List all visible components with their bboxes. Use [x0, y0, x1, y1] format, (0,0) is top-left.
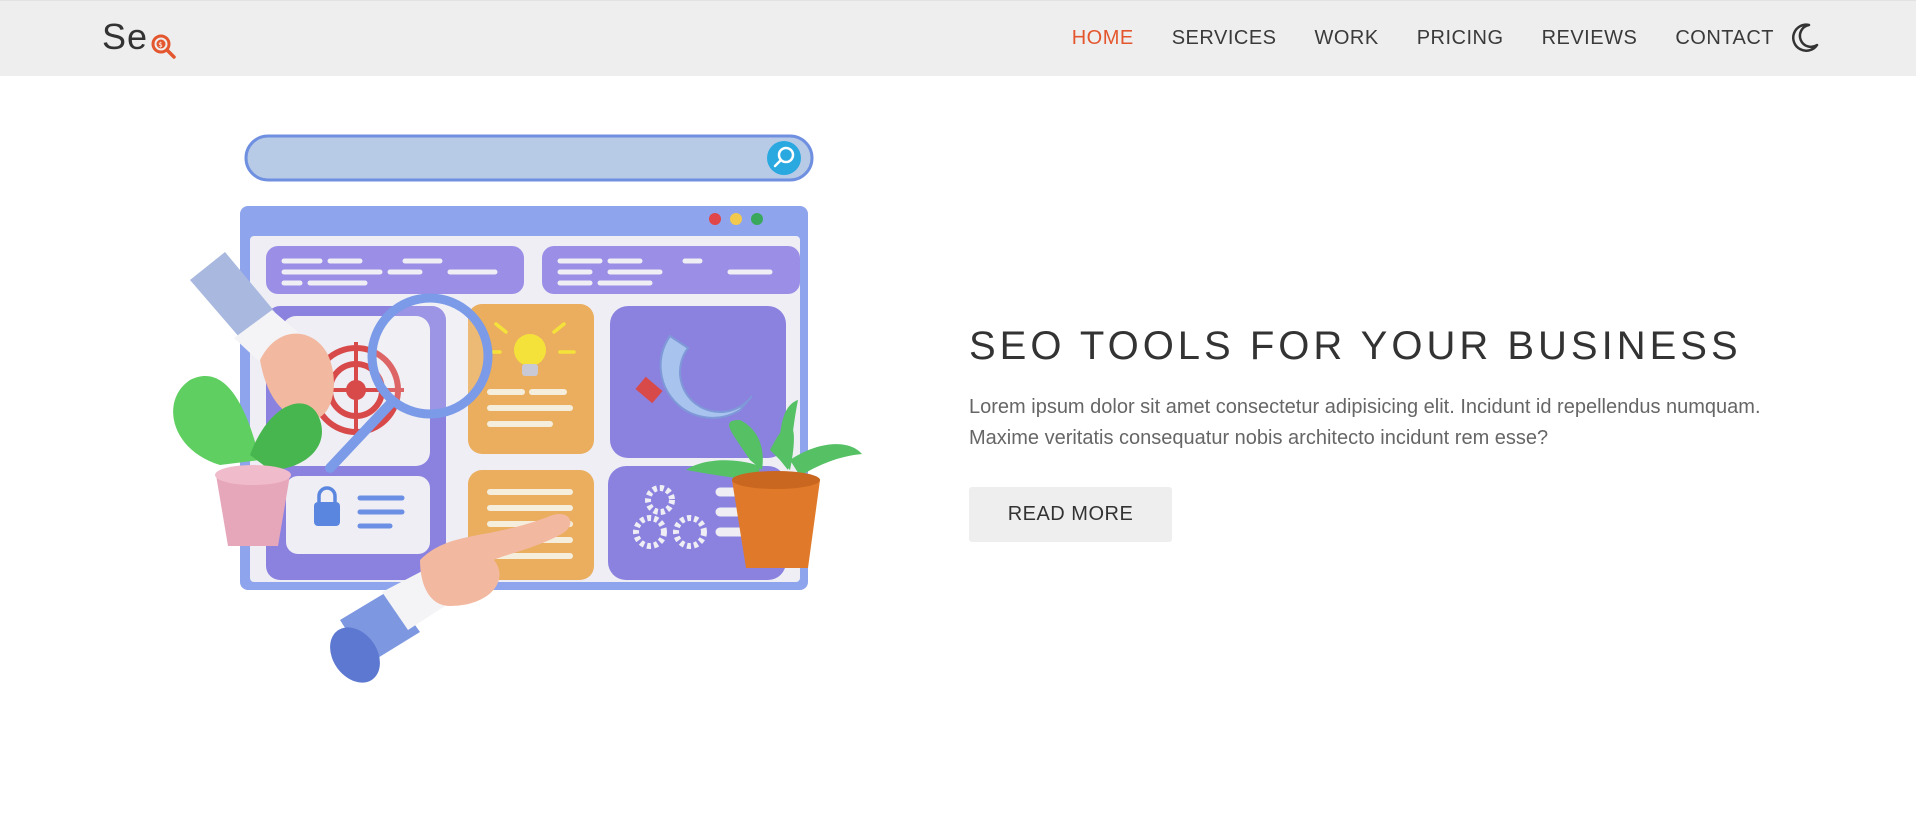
read-more-button[interactable]: READ MORE [969, 487, 1172, 542]
seo-dashboard-illustration [150, 120, 910, 720]
moon-icon[interactable] [1787, 21, 1821, 55]
search-bar-graphic [244, 134, 814, 182]
nav-reviews[interactable]: REVIEWS [1542, 27, 1638, 50]
logo-text: Se [102, 16, 149, 57]
hero-description: Lorem ipsum dolor sit amet consectetur a… [969, 396, 1761, 449]
hero-title: SEO TOOLS FOR YOUR BUSINESS [969, 324, 1742, 368]
hero-text: SEO TOOLS FOR YOUR BUSINESS Lorem ipsum … [969, 320, 1789, 542]
nav-pricing[interactable]: PRICING [1417, 27, 1504, 50]
nav-services[interactable]: SERVICES [1172, 27, 1277, 50]
nav-work[interactable]: WORK [1315, 27, 1379, 50]
main-nav: HOME SERVICES WORK PRICING REVIEWS CONTA… [1072, 1, 1774, 75]
navbar: Se $ HOME SERVICES WORK PRICING REVIEWS … [0, 0, 1916, 76]
magnifier-dollar-icon: $ [149, 27, 179, 59]
logo[interactable]: Se $ [102, 16, 179, 59]
nav-home[interactable]: HOME [1072, 27, 1134, 50]
nav-contact[interactable]: CONTACT [1675, 27, 1774, 50]
svg-text:$: $ [158, 41, 163, 49]
